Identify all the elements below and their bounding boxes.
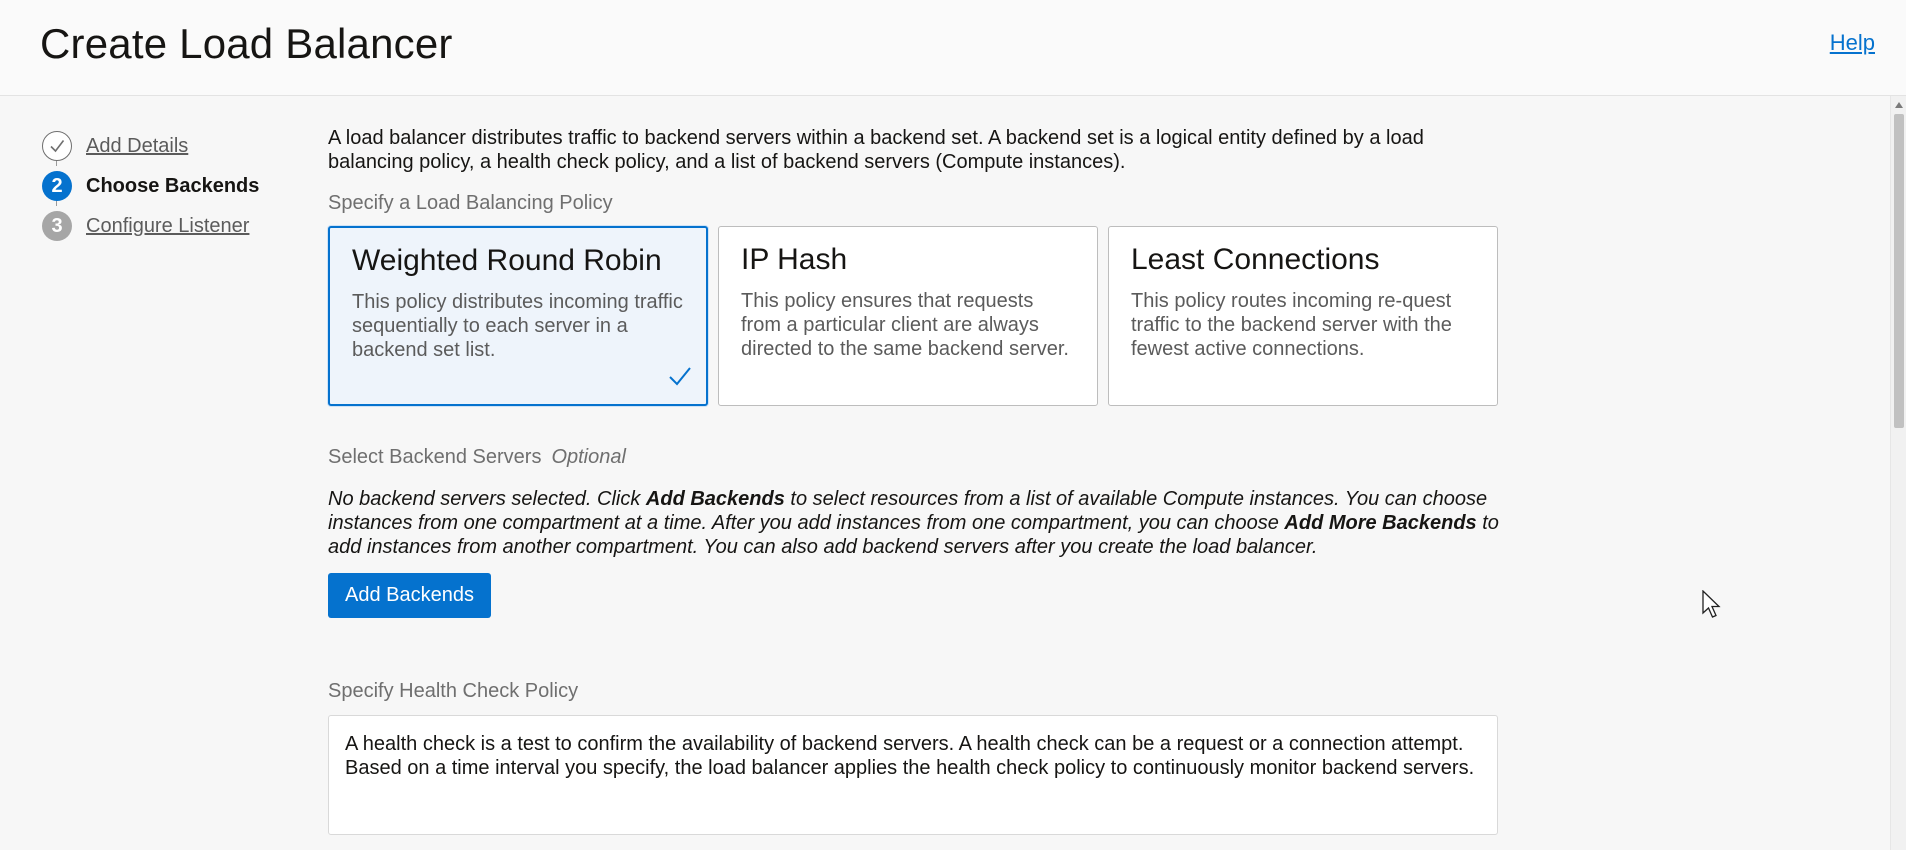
backend-help-text: No backend servers selected. Click Add B… bbox=[328, 487, 1500, 559]
step-label[interactable]: Add Details bbox=[86, 135, 188, 158]
mouse-cursor-icon bbox=[1702, 590, 1721, 618]
step-label: Choose Backends bbox=[86, 174, 260, 197]
policy-card-weighted-round-robin[interactable]: Weighted Round Robin This policy distrib… bbox=[328, 226, 708, 406]
backend-text-bold: Add Backends bbox=[645, 488, 785, 510]
scroll-thumb[interactable] bbox=[1894, 114, 1904, 428]
optional-tag: Optional bbox=[551, 446, 626, 468]
health-section-label: Specify Health Check Policy bbox=[328, 680, 579, 702]
policy-card-ip-hash[interactable]: IP Hash This policy ensures that request… bbox=[718, 226, 1098, 406]
step-add-details[interactable]: Add Details bbox=[42, 126, 259, 166]
page-title: Create Load Balancer bbox=[40, 20, 453, 67]
step-number: 3 bbox=[42, 211, 72, 241]
backend-section-title: Select Backend Servers bbox=[328, 446, 542, 468]
wizard-steps: Add Details 2 Choose Backends 3 Configur… bbox=[42, 126, 259, 246]
help-link[interactable]: Help bbox=[1830, 30, 1875, 56]
add-backends-button[interactable]: Add Backends bbox=[328, 573, 491, 618]
backend-section-label: Select Backend Servers Optional bbox=[328, 446, 1500, 469]
main-content: A load balancer distributes traffic to b… bbox=[328, 126, 1500, 835]
checkmark-icon bbox=[669, 367, 691, 386]
vertical-scrollbar[interactable] bbox=[1890, 96, 1906, 850]
backend-text-part: No backend servers selected. Click bbox=[328, 488, 646, 510]
policy-description: This policy routes incoming re-quest tra… bbox=[1131, 290, 1452, 360]
backend-text-bold: Add More Backends bbox=[1284, 512, 1477, 534]
page-header: Create Load Balancer Help bbox=[0, 0, 1906, 96]
step-configure-listener[interactable]: 3 Configure Listener bbox=[42, 206, 259, 246]
policy-description: This policy distributes incoming traffic… bbox=[352, 291, 683, 361]
policy-card-least-connections[interactable]: Least Connections This policy routes inc… bbox=[1108, 226, 1498, 406]
policy-options: Weighted Round Robin This policy distrib… bbox=[328, 226, 1500, 406]
intro-text: A load balancer distributes traffic to b… bbox=[328, 127, 1424, 173]
step-choose-backends: 2 Choose Backends bbox=[42, 166, 259, 206]
policy-title: Weighted Round Robin bbox=[352, 244, 662, 277]
step-number: 2 bbox=[42, 171, 72, 201]
step-label[interactable]: Configure Listener bbox=[86, 215, 249, 238]
policy-section-label: Specify a Load Balancing Policy bbox=[328, 192, 613, 214]
health-check-info: A health check is a test to confirm the … bbox=[328, 715, 1498, 835]
scroll-up-arrow-icon[interactable] bbox=[1895, 102, 1903, 108]
policy-description: This policy ensures that requests from a… bbox=[741, 290, 1069, 360]
policy-title: Least Connections bbox=[1131, 243, 1380, 276]
check-icon bbox=[42, 131, 72, 161]
policy-title: IP Hash bbox=[741, 243, 848, 276]
